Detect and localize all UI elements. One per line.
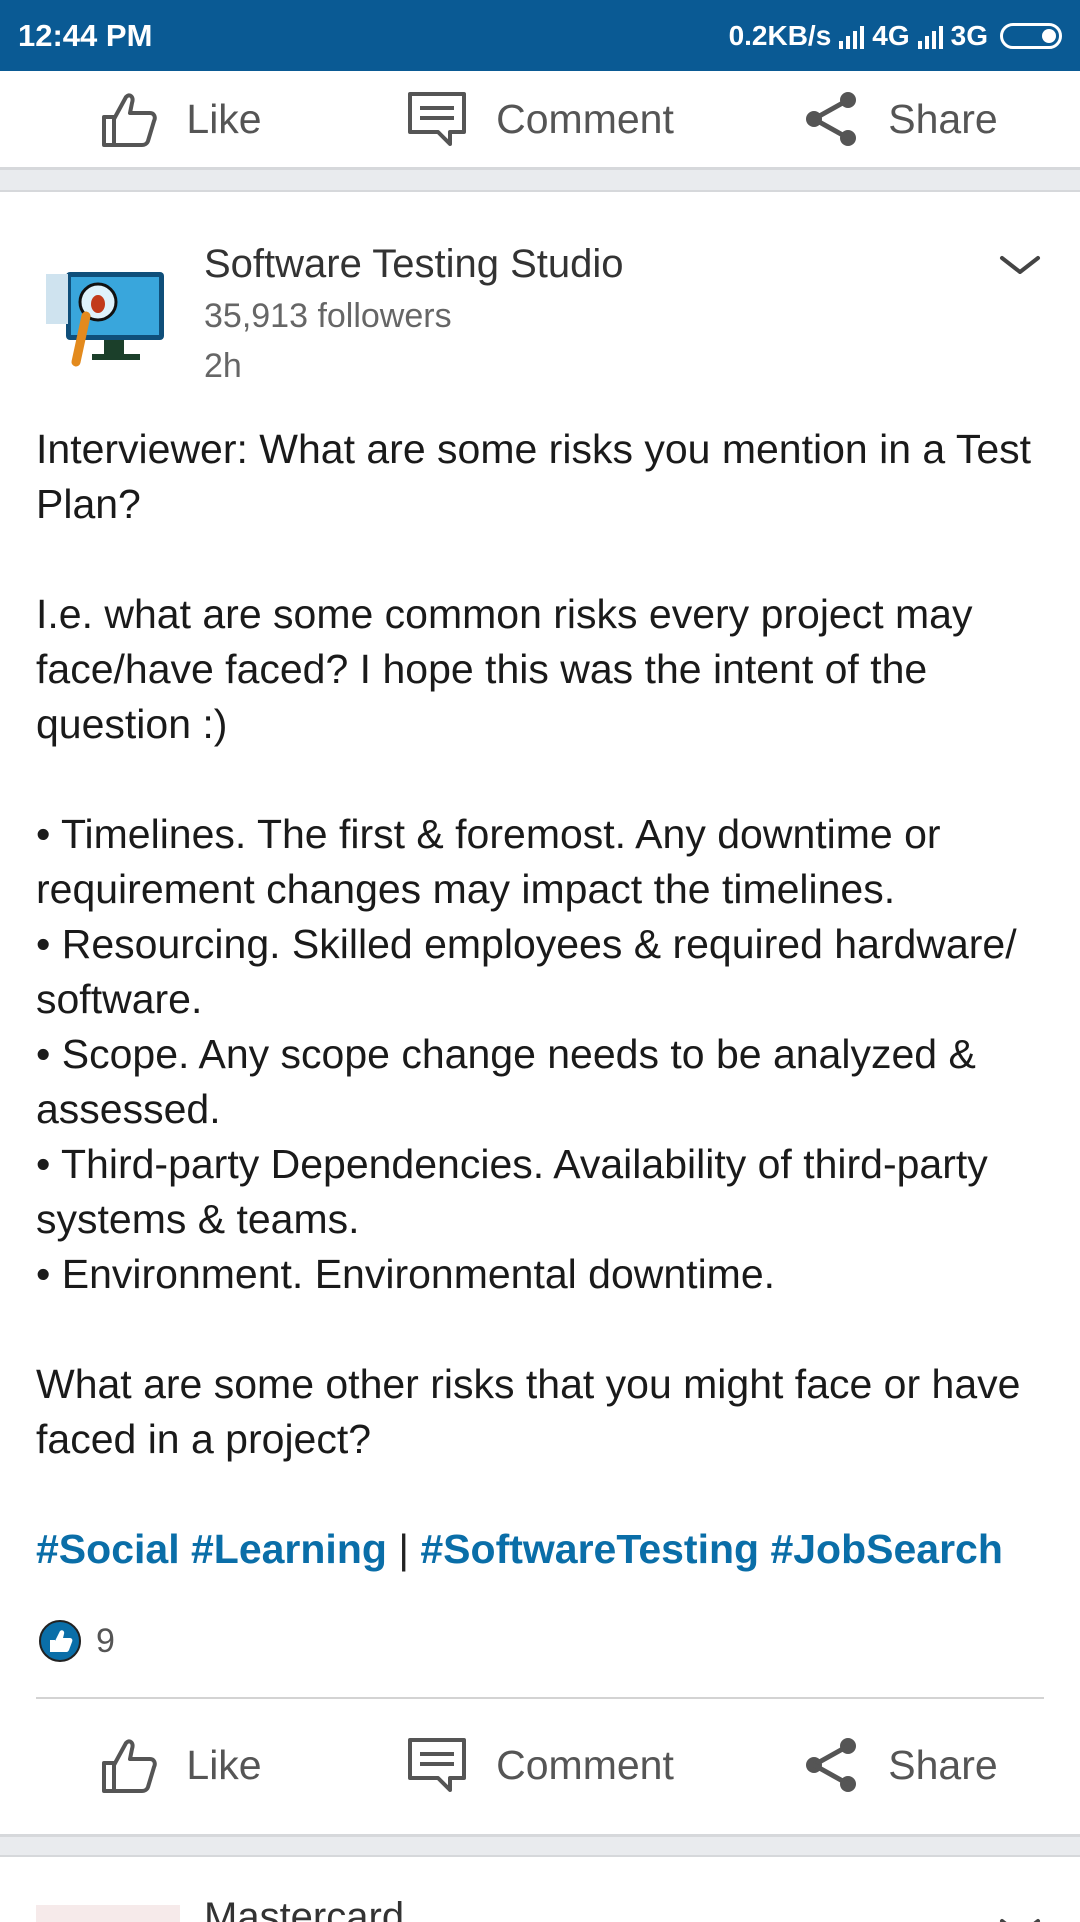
- status-time: 12:44 PM: [18, 17, 153, 53]
- reaction-count: 9: [96, 1621, 115, 1660]
- post-card: Software Testing Studio 35,913 followers…: [0, 190, 1080, 1837]
- hashtags: #Social #Learning | #SoftwareTesting #Jo…: [36, 1522, 1003, 1577]
- comment-icon: [408, 1738, 467, 1792]
- post-time: 2h: [204, 347, 242, 385]
- next-post-card: Mastercard: [0, 1855, 1080, 1922]
- like-button[interactable]: Like: [0, 89, 360, 149]
- chevron-down-icon[interactable]: [998, 1913, 1042, 1922]
- network-type-4g: 4G: [872, 19, 910, 51]
- hashtag-separator: |: [398, 1526, 409, 1572]
- previous-post-action-bar: Like Comment Share: [0, 71, 1080, 170]
- reaction-summary[interactable]: 9: [38, 1619, 115, 1663]
- share-icon: [806, 92, 857, 146]
- hashtag-link[interactable]: #Social #Learning: [36, 1526, 387, 1572]
- network-type-3g: 3G: [950, 19, 988, 51]
- status-bar: 12:44 PM 0.2KB/s 4G 3G: [0, 0, 1080, 71]
- post-body: Interviewer: What are some risks you men…: [36, 422, 1046, 1467]
- thumbs-up-icon: [102, 1739, 158, 1793]
- comment-icon: [408, 92, 467, 146]
- post-text-line: • Environment. Environmental downtime.: [36, 1251, 776, 1297]
- share-icon: [806, 1738, 857, 1792]
- post-text-line: • Scope. Any scope change needs to be an…: [36, 1031, 976, 1132]
- share-button[interactable]: Share: [720, 90, 1080, 148]
- company-logo[interactable]: [46, 262, 170, 370]
- company-name[interactable]: Software Testing Studio: [204, 242, 624, 287]
- share-button[interactable]: Share: [720, 1736, 1080, 1794]
- next-company-logo[interactable]: [36, 1905, 180, 1922]
- post-text-line: • Resourcing. Skilled employees & requir…: [36, 921, 1017, 1022]
- comment-button[interactable]: Comment: [360, 1736, 720, 1794]
- post-action-bar: Like Comment Share: [0, 1710, 1080, 1820]
- signal-icon: [917, 23, 943, 49]
- status-indicators: 0.2KB/s 4G 3G: [729, 20, 1062, 52]
- post-text-line: What are some other risks that you might…: [36, 1361, 1021, 1462]
- post-text-line: • Third-party Dependencies. Availability…: [36, 1141, 988, 1242]
- like-label: Like: [186, 95, 262, 142]
- network-speed: 0.2KB/s: [728, 19, 832, 51]
- comment-button[interactable]: Comment: [360, 90, 720, 148]
- hashtag-link[interactable]: #SoftwareTesting #JobSearch: [420, 1526, 1003, 1572]
- like-label: Like: [186, 1741, 262, 1788]
- post-text-line: Interviewer: What are some risks you men…: [36, 426, 1032, 527]
- thumbs-up-icon: [102, 93, 158, 147]
- share-label: Share: [888, 95, 998, 142]
- like-button[interactable]: Like: [0, 1735, 360, 1795]
- share-label: Share: [888, 1741, 998, 1788]
- post-text-line: I.e. what are some common risks every pr…: [36, 591, 973, 747]
- signal-icon: [839, 23, 865, 49]
- follower-count: 35,913 followers: [204, 297, 452, 335]
- divider: [36, 1697, 1044, 1699]
- next-company-name[interactable]: Mastercard: [204, 1895, 404, 1922]
- comment-label: Comment: [496, 95, 674, 142]
- comment-label: Comment: [496, 1741, 674, 1788]
- battery-icon: [1000, 22, 1062, 49]
- chevron-down-icon[interactable]: [998, 250, 1042, 280]
- like-reaction-icon: [39, 1620, 81, 1662]
- post-text-line: • Timelines. The first & foremost. Any d…: [36, 811, 941, 912]
